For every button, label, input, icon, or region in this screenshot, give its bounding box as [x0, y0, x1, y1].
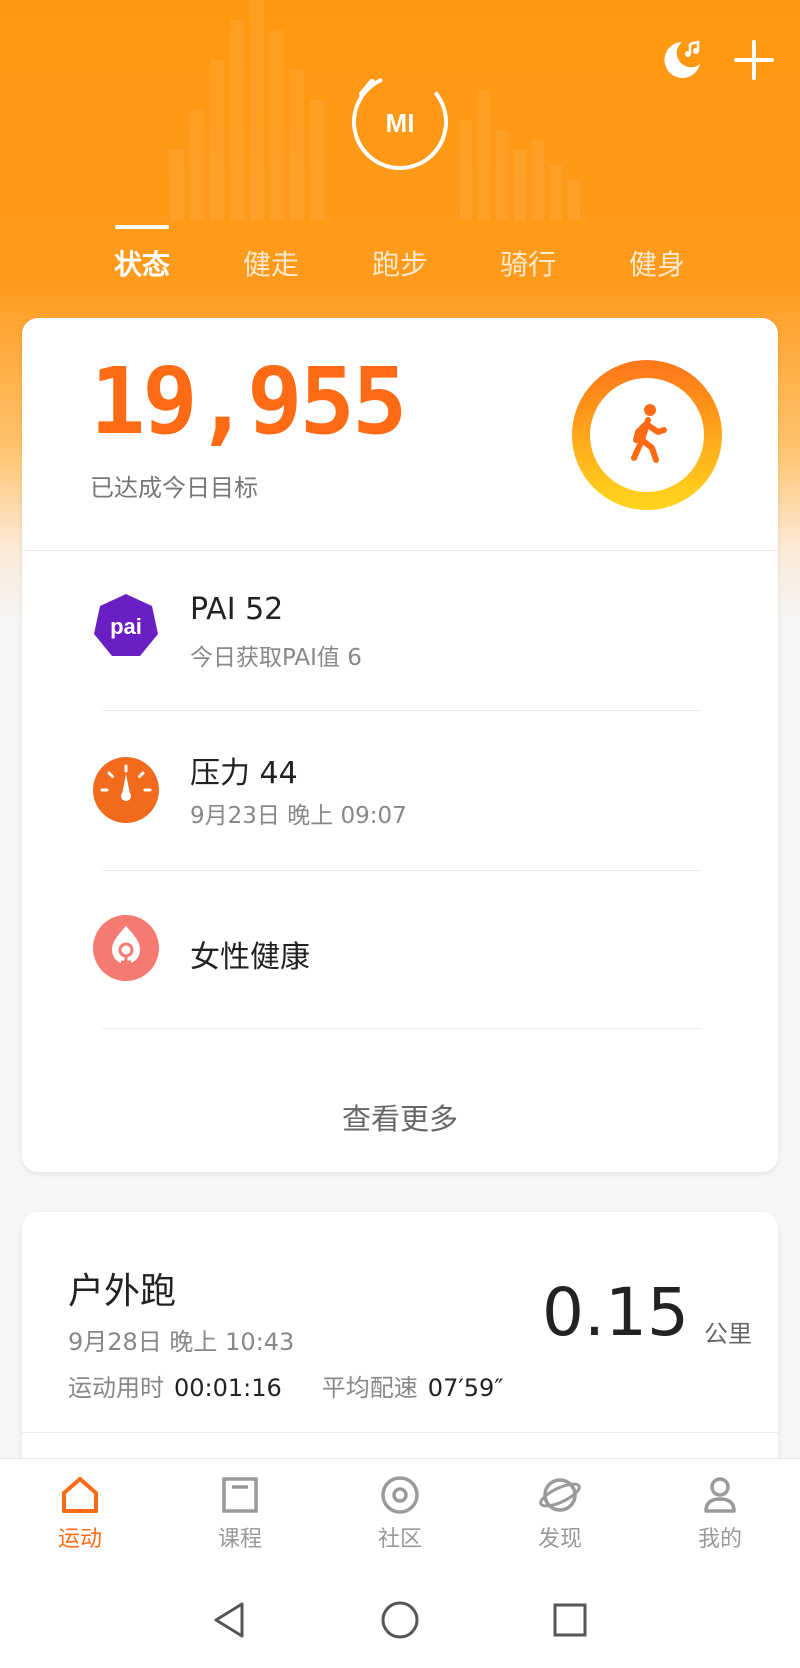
nav-discover[interactable]: 发现: [510, 1473, 610, 1553]
tab-status[interactable]: 状态: [114, 243, 170, 283]
tab-cycling[interactable]: 骑行: [500, 243, 556, 283]
nav-sport-label: 运动: [57, 1527, 102, 1552]
step-count[interactable]: 19,955: [90, 356, 407, 448]
stress-subtitle: 9月23日 晚上 09:07: [190, 803, 407, 829]
stress-gauge-icon: [93, 757, 159, 823]
goal-status-text: 已达成今日目标: [90, 474, 258, 502]
home-icon: [62, 1477, 98, 1513]
stress-title: 压力 44: [190, 756, 298, 791]
nav-community[interactable]: 社区: [350, 1473, 450, 1553]
sport-tab-bar: 状态 健走 跑步 骑行 健身: [0, 215, 800, 295]
female-health-icon: [93, 915, 159, 981]
home-circle-icon[interactable]: [378, 1598, 422, 1642]
pace-label: 平均配速: [321, 1374, 418, 1402]
pai-icon-text: pai: [110, 614, 142, 639]
pai-icon: pai: [94, 594, 158, 656]
pace-value: 07′59″: [427, 1374, 504, 1402]
row-divider: [102, 1028, 702, 1029]
bottom-navigation: 运动 课程 社区 发现 我的: [0, 1458, 800, 1573]
step-progress-ring[interactable]: [570, 358, 724, 512]
distance-unit: 公里: [704, 1320, 752, 1348]
duration-label: 运动用时: [68, 1374, 164, 1402]
nav-discover-label: 发现: [537, 1527, 582, 1552]
workout-stats: 运动用时 00:01:16 平均配速 07′59″: [68, 1368, 503, 1403]
workout-time: 9月28日 晚上 10:43: [68, 1328, 295, 1356]
add-icon[interactable]: [730, 36, 778, 84]
walking-person-icon: [631, 404, 667, 463]
female-health-row[interactable]: 女性健康: [22, 870, 778, 1028]
mi-logo: MI: [348, 70, 452, 174]
nav-course-label: 课程: [217, 1527, 262, 1552]
pai-title: PAI 52: [190, 592, 284, 627]
nav-profile[interactable]: 我的: [670, 1473, 770, 1553]
workout-title: 户外跑: [68, 1271, 177, 1312]
pai-subtitle: 今日获取PAI值 6: [190, 645, 362, 671]
nav-community-label: 社区: [377, 1527, 422, 1552]
duration-value: 00:01:16: [174, 1374, 282, 1402]
section-divider: [22, 1432, 778, 1433]
female-health-title: 女性健康: [190, 940, 310, 975]
tab-running[interactable]: 跑步: [372, 243, 428, 283]
nav-profile-label: 我的: [697, 1527, 742, 1552]
system-navigation-bar: [0, 1572, 800, 1668]
back-icon[interactable]: [208, 1598, 252, 1642]
view-more-button[interactable]: 查看更多: [22, 1096, 778, 1138]
nav-sport[interactable]: 运动: [30, 1473, 130, 1553]
tab-walking[interactable]: 健走: [243, 243, 299, 283]
mi-logo-text: MI: [386, 108, 415, 138]
discover-icon: [539, 1478, 581, 1512]
pai-row[interactable]: pai PAI 52 今日获取PAI值 6: [22, 550, 778, 710]
tab-fitness[interactable]: 健身: [629, 243, 685, 283]
recent-apps-icon[interactable]: [548, 1598, 592, 1642]
nav-course[interactable]: 课程: [190, 1473, 290, 1553]
community-icon: [381, 1476, 419, 1514]
workout-card[interactable]: 户外跑 9月28日 晚上 10:43 运动用时 00:01:16 平均配速 07′59…: [22, 1212, 778, 1472]
workout-distance: 0.15: [542, 1274, 689, 1351]
tab-indicator: [115, 225, 169, 229]
profile-icon: [704, 1477, 736, 1513]
stress-row[interactable]: 压力 44 9月23日 晚上 09:07: [22, 710, 778, 870]
sleep-moon-icon[interactable]: [658, 36, 706, 84]
course-icon: [222, 1477, 258, 1513]
status-card: 19,955 已达成今日目标 pai PAI 52 今日获取PAI值 6 压力 …: [22, 318, 778, 1172]
